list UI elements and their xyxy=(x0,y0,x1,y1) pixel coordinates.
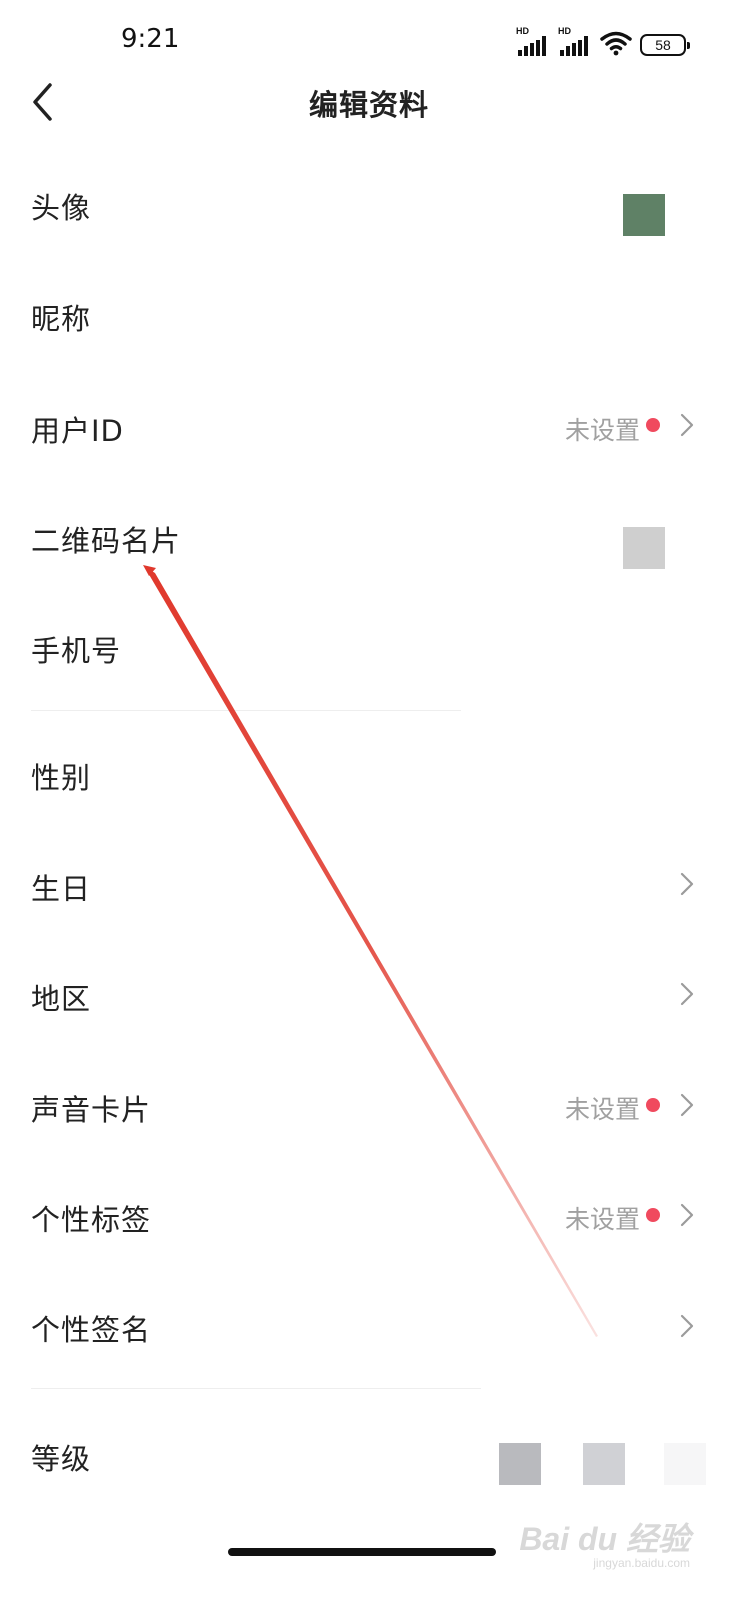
row-phone[interactable]: 手机号 xyxy=(0,590,738,700)
row-nickname[interactable]: 昵称 xyxy=(0,260,738,370)
row-label: 昵称 xyxy=(31,302,92,336)
section-divider xyxy=(31,1388,481,1389)
row-label: 地区 xyxy=(31,982,92,1016)
row-label: 个性签名 xyxy=(31,1313,152,1347)
row-voice-card[interactable]: 声音卡片 未设置 xyxy=(0,1049,738,1159)
signal-icon: HD xyxy=(558,26,592,56)
chevron-right-icon xyxy=(680,1314,694,1338)
row-signature[interactable]: 个性签名 xyxy=(0,1269,738,1379)
wifi-icon xyxy=(600,31,632,56)
chevron-right-icon xyxy=(680,1093,694,1117)
row-region[interactable]: 地区 xyxy=(0,938,738,1048)
page-title: 编辑资料 xyxy=(308,88,429,122)
chevron-right-icon xyxy=(680,872,694,896)
signal-hd-label: HD xyxy=(558,26,571,36)
red-dot-badge xyxy=(646,1208,660,1222)
chevron-right-icon xyxy=(680,413,694,437)
row-label: 头像 xyxy=(31,191,92,225)
row-level[interactable]: 等级 xyxy=(0,1398,738,1508)
row-label: 用户ID xyxy=(31,414,124,448)
row-gender[interactable]: 性别 xyxy=(0,718,738,828)
row-label: 个性标签 xyxy=(31,1203,152,1237)
home-indicator[interactable] xyxy=(228,1548,496,1556)
row-label: 二维码名片 xyxy=(31,524,182,558)
status-icons: HD HD 58 xyxy=(516,26,690,56)
chevron-right-icon xyxy=(680,1203,694,1227)
baidu-watermark: Bai du 经验 jingyan.baidu.com xyxy=(519,1514,690,1570)
signal-icon: HD xyxy=(516,26,550,56)
level-badge xyxy=(583,1443,625,1485)
row-label: 声音卡片 xyxy=(31,1093,152,1127)
row-avatar[interactable]: 头像 xyxy=(0,150,738,260)
row-label: 性别 xyxy=(31,761,92,795)
row-label: 生日 xyxy=(31,872,92,906)
section-divider xyxy=(31,710,461,711)
row-birthday[interactable]: 生日 xyxy=(0,828,738,938)
nav-bar: 编辑资料 xyxy=(0,80,738,124)
row-label: 手机号 xyxy=(31,634,122,668)
battery-icon: 58 xyxy=(640,34,690,56)
avatar xyxy=(623,194,665,236)
row-value: 未设置 xyxy=(564,416,640,445)
red-dot-badge xyxy=(646,418,660,432)
row-value: 未设置 xyxy=(564,1205,640,1234)
chevron-right-icon xyxy=(680,982,694,1006)
row-qr-card[interactable]: 二维码名片 xyxy=(0,480,738,590)
level-badge xyxy=(499,1443,541,1485)
status-bar: 9:21 HD HD 58 xyxy=(0,0,738,80)
watermark-logo: Bai du 经验 xyxy=(519,1521,690,1557)
qr-code-thumbnail xyxy=(623,527,665,569)
level-badge xyxy=(664,1443,706,1485)
signal-hd-label: HD xyxy=(516,26,529,36)
row-label: 等级 xyxy=(31,1442,92,1476)
row-personal-tags[interactable]: 个性标签 未设置 xyxy=(0,1159,738,1269)
row-value: 未设置 xyxy=(564,1095,640,1124)
row-user-id[interactable]: 用户ID 未设置 xyxy=(0,370,738,480)
status-time: 9:21 xyxy=(121,24,180,54)
red-dot-badge xyxy=(646,1098,660,1112)
